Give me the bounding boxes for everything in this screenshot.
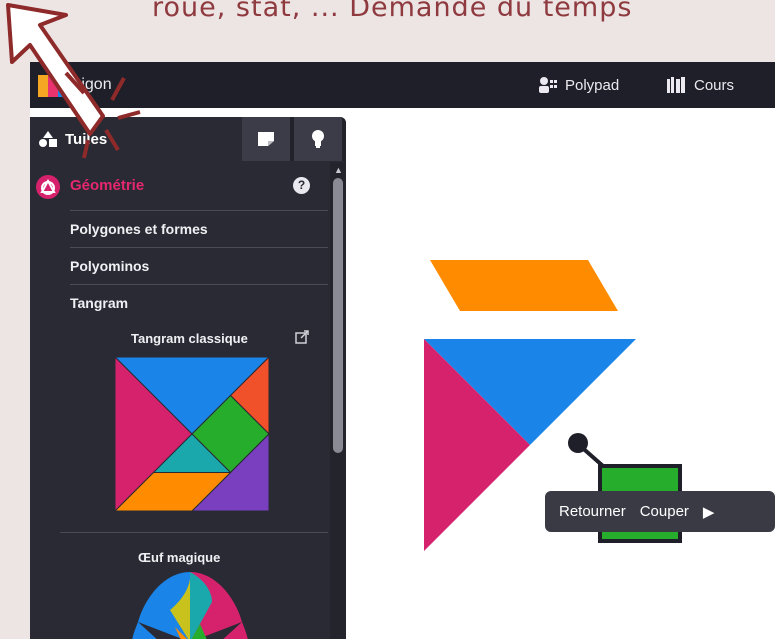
flip-button[interactable]: Retourner <box>559 503 626 520</box>
courses-nav-button[interactable]: Cours <box>666 76 734 94</box>
magic-egg-title: Œuf magique <box>138 550 221 565</box>
scrollbar-thumb[interactable] <box>333 178 343 453</box>
tab-notes[interactable] <box>242 117 290 161</box>
rotation-handle[interactable] <box>568 433 588 453</box>
help-icon[interactable]: ? <box>293 177 310 194</box>
tangram-classic-title: Tangram classique <box>131 331 248 346</box>
lightbulb-icon <box>312 130 324 148</box>
tab-hints[interactable] <box>294 117 342 161</box>
cut-button[interactable]: Couper <box>640 503 689 520</box>
geometry-icon <box>36 175 60 199</box>
polypad-nav-button[interactable]: Polypad <box>537 76 619 94</box>
canvas-shapes <box>424 260 682 551</box>
selection-toolbar: Retourner Couper ▶ <box>545 491 775 532</box>
list-item-polygons[interactable]: Polygones et formes <box>70 210 328 247</box>
tiles-sidebar: Tuiles Géométrie ? Polygones et formes P… <box>30 117 346 639</box>
scroll-up-icon[interactable]: ▲ <box>334 165 343 175</box>
list-item-tangram[interactable]: Tangram <box>70 284 328 321</box>
sidebar-scrollbar[interactable]: ▲ <box>330 162 346 639</box>
tangram-classic-preview[interactable] <box>115 357 269 511</box>
note-icon <box>258 132 274 146</box>
more-actions-icon[interactable]: ▶ <box>703 503 715 521</box>
external-link-icon[interactable] <box>295 330 309 344</box>
annotation-arrow-icon <box>6 3 141 159</box>
polypad-label: Polypad <box>565 76 620 94</box>
polypad-canvas[interactable] <box>346 108 775 639</box>
section-geometry[interactable]: Géométrie ? <box>30 169 330 205</box>
section-title: Géométrie <box>70 177 145 194</box>
orange-parallelogram[interactable] <box>430 260 618 311</box>
list-item-polyominos[interactable]: Polyominos <box>70 247 328 284</box>
sidebar-divider <box>60 532 328 533</box>
caption-text: roue, stat, ... Demande du temps <box>152 0 633 23</box>
courses-icon <box>667 77 685 93</box>
courses-label: Cours <box>694 76 735 94</box>
magic-egg-preview[interactable] <box>120 572 260 639</box>
polypad-icon <box>539 77 557 93</box>
